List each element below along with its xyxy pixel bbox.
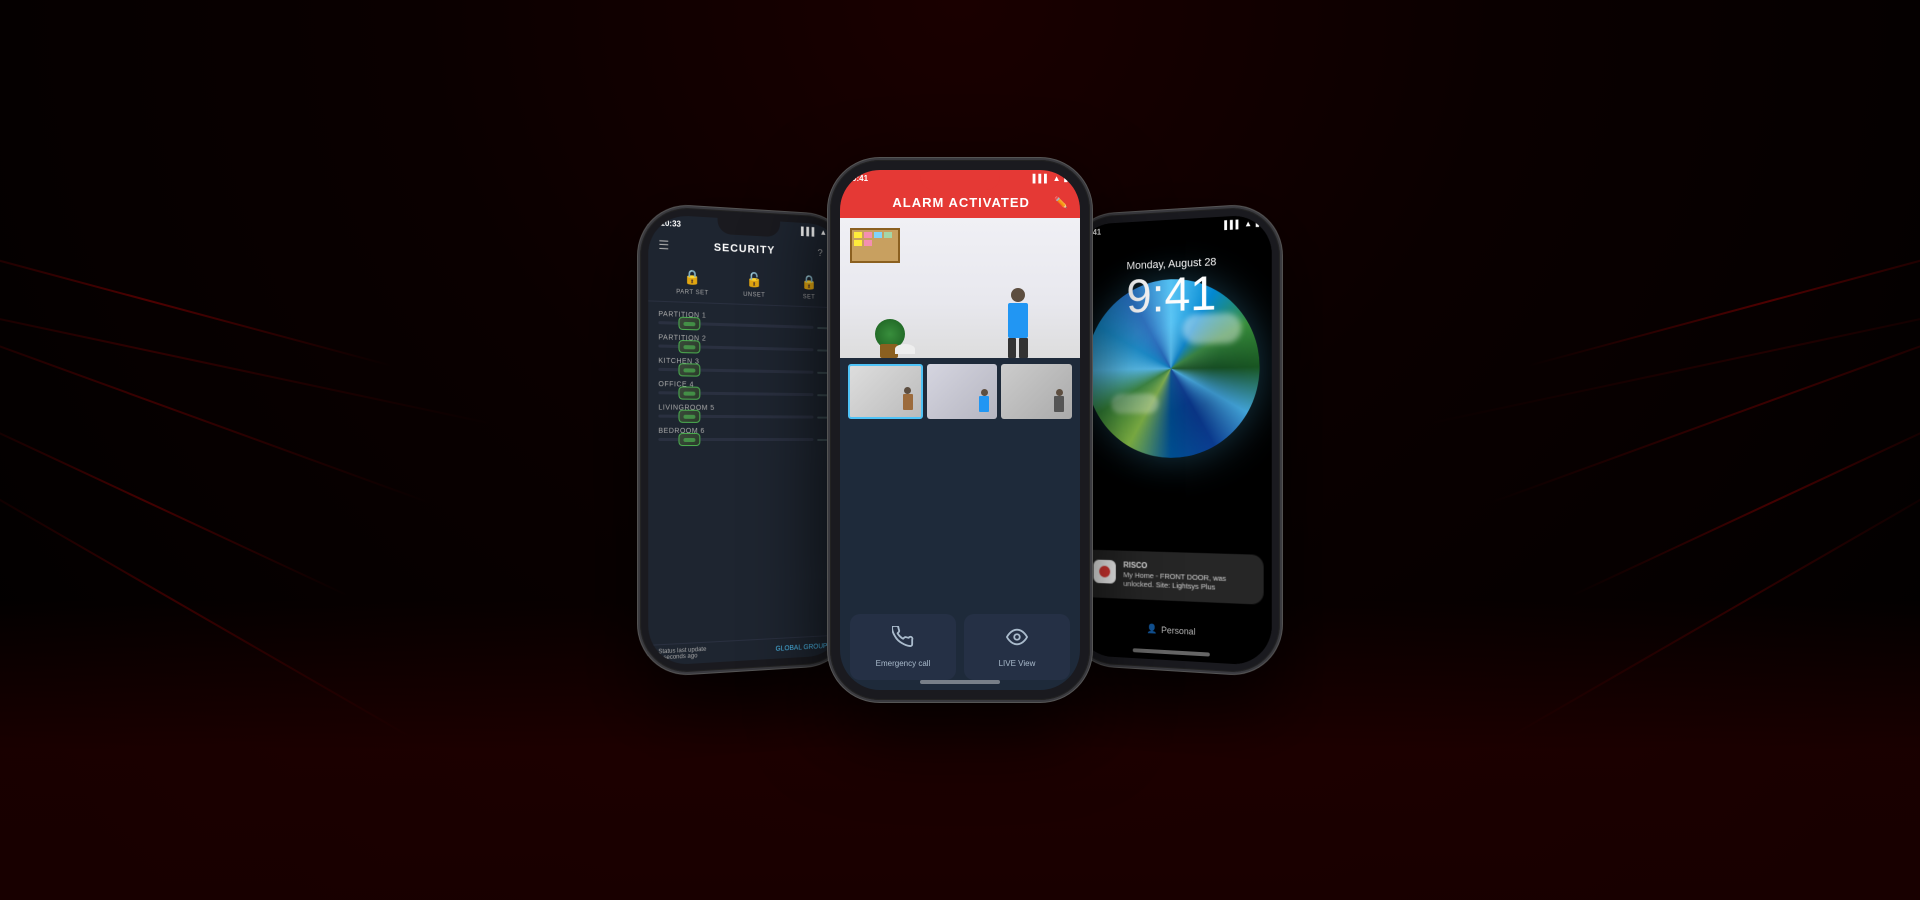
status-last-update: Status last update3 seconds ago <box>658 647 706 662</box>
phone-call-icon <box>892 626 914 653</box>
lock-modes: 🔒 PART SET 🔓 UNSET 🔒 SET <box>648 258 845 309</box>
wifi-icon: ▲ <box>820 228 827 237</box>
status-time: 10:33 <box>660 219 681 229</box>
person-leg-right <box>1019 338 1028 358</box>
unset-mode[interactable]: 🔓 UNSET <box>743 268 765 299</box>
camera-thumb-2[interactable] <box>927 364 998 419</box>
battery-icon-right: ▮ <box>1255 219 1259 228</box>
partition-6-slider[interactable] <box>658 438 835 441</box>
camera-thumb-3[interactable] <box>1001 364 1072 419</box>
lockscreen-profile: 👤 Personal <box>1147 623 1196 636</box>
person-head <box>1011 288 1025 302</box>
partition-3-slider[interactable] <box>658 368 835 374</box>
home-indicator-center <box>920 680 1000 684</box>
hamburger-icon[interactable]: ☰ <box>658 238 669 253</box>
alarm-title: ALARM ACTIVATED <box>868 195 1054 210</box>
thumb-person-3 <box>1054 389 1064 419</box>
person-legs <box>1008 338 1028 358</box>
unset-label: UNSET <box>743 292 765 299</box>
security-app: 10:33 ▌▌▌ ▲ ▮ ☰ SECURITY ? ⌂ <box>648 214 845 666</box>
lockscreen-time: 9:41 <box>1075 268 1272 323</box>
partition-4-slider[interactable] <box>658 391 835 396</box>
notification-message: My Home - FRONT DOOR, was unlocked. Site… <box>1123 570 1251 594</box>
part-set-mode[interactable]: 🔒 PART SET <box>676 265 708 297</box>
phone-right-screen: 9:41 ▌▌▌ ▲ ▮ Monday, August 28 9:41 <box>1075 214 1272 666</box>
status-time-center: 9:41 <box>852 174 868 183</box>
partition-5-slider[interactable] <box>658 415 835 419</box>
signal-icon-right: ▌▌▌ <box>1224 220 1241 230</box>
partition-3: Kitchen 3 <box>648 352 845 379</box>
phone-center-screen: 9:41 ▌▌▌ ▲ ▮ ALARM ACTIVATED ✏️ <box>840 170 1080 690</box>
security-title: SECURITY <box>714 242 775 257</box>
phone-center: 9:41 ▌▌▌ ▲ ▮ ALARM ACTIVATED ✏️ <box>830 160 1090 700</box>
status-icons-center: ▌▌▌ ▲ ▮ <box>1033 174 1068 183</box>
alarm-header: ALARM ACTIVATED ✏️ <box>840 187 1080 218</box>
eye-icon <box>1006 626 1028 653</box>
partition-2-slider[interactable] <box>658 344 835 351</box>
alarm-actions: Emergency call LIVE View <box>840 604 1080 690</box>
notification-card[interactable]: RISCO My Home - FRONT DOOR, was unlocked… <box>1082 549 1263 605</box>
emergency-call-label: Emergency call <box>876 659 931 668</box>
status-bar-center: 9:41 ▌▌▌ ▲ ▮ <box>840 170 1080 187</box>
camera-thumb-1[interactable] <box>848 364 923 419</box>
set-icon: 🔒 <box>799 271 820 293</box>
notification-content: RISCO My Home - FRONT DOOR, was unlocked… <box>1123 560 1251 594</box>
phone-right: 9:41 ▌▌▌ ▲ ▮ Monday, August 28 9:41 <box>1068 205 1280 675</box>
alarm-app: 9:41 ▌▌▌ ▲ ▮ ALARM ACTIVATED ✏️ <box>840 170 1080 690</box>
status-icons-right: ▌▌▌ ▲ ▮ <box>1224 219 1259 230</box>
unset-icon: 🔓 <box>744 268 765 291</box>
battery-icon-center: ▮ <box>1064 174 1068 183</box>
home-indicator-right <box>1133 648 1210 656</box>
global-groups-button[interactable]: GLOBAL GROUPS › <box>776 642 836 652</box>
notch-center <box>920 170 1000 190</box>
person-leg-left <box>1008 338 1017 358</box>
person-icon: 👤 <box>1147 623 1158 634</box>
live-view-button[interactable]: LIVE View <box>964 614 1070 680</box>
partition-4: OFFICE 4 <box>648 376 845 402</box>
alarm-spacer <box>840 425 1080 604</box>
pet-figure <box>895 344 915 354</box>
note-yellow <box>854 232 862 238</box>
partitions-list: PARTITION 1 PARTITION 2 <box>648 301 845 644</box>
set-label: SET <box>803 294 815 300</box>
global-groups-label: GLOBAL GROUPS <box>776 642 832 652</box>
set-mode[interactable]: 🔒 SET <box>799 271 820 301</box>
status-icons: ▌▌▌ ▲ ▮ <box>801 227 834 238</box>
note-pink2 <box>864 240 872 246</box>
note-yellow2 <box>854 240 862 246</box>
profile-label: Personal <box>1161 625 1195 637</box>
risco-app-icon <box>1094 559 1116 583</box>
note-blue <box>874 232 882 238</box>
signal-icon: ▌▌▌ <box>801 227 817 237</box>
part-set-icon: 🔒 <box>682 265 704 288</box>
person-figure <box>1005 288 1030 358</box>
help-icon[interactable]: ? <box>818 248 823 259</box>
edit-icon[interactable]: ✏️ <box>1054 196 1068 209</box>
notch-right <box>1140 218 1203 237</box>
lockscreen-app: 9:41 ▌▌▌ ▲ ▮ Monday, August 28 9:41 <box>1075 214 1272 666</box>
camera-thumbnails <box>840 358 1080 425</box>
thumb-person-2 <box>979 389 989 419</box>
person-body <box>1008 303 1028 338</box>
signal-icon-center: ▌▌▌ <box>1033 174 1050 183</box>
wifi-icon-right: ▲ <box>1244 219 1252 229</box>
phone-left-screen: 10:33 ▌▌▌ ▲ ▮ ☰ SECURITY ? ⌂ <box>648 214 845 666</box>
live-view-label: LIVE View <box>999 659 1036 668</box>
phone-left: 10:33 ▌▌▌ ▲ ▮ ☰ SECURITY ? ⌂ <box>640 205 852 675</box>
phones-container: 10:33 ▌▌▌ ▲ ▮ ☰ SECURITY ? ⌂ <box>0 0 1920 900</box>
corkboard <box>850 228 900 263</box>
wifi-icon-center: ▲ <box>1053 174 1061 183</box>
partition-5: livingroom 5 <box>648 399 845 423</box>
emergency-call-button[interactable]: Emergency call <box>850 614 956 680</box>
status-bar-right: 9:41 ▌▌▌ ▲ ▮ <box>1075 214 1272 242</box>
note-pink <box>864 232 872 238</box>
part-set-label: PART SET <box>676 289 708 296</box>
thumb-person-1 <box>903 387 913 417</box>
partition-6: bedroom 6 <box>648 423 845 446</box>
earth-cloud-2 <box>1111 394 1158 414</box>
note-green <box>884 232 892 238</box>
camera-main-view <box>840 218 1080 358</box>
camera-scene <box>840 218 1080 358</box>
